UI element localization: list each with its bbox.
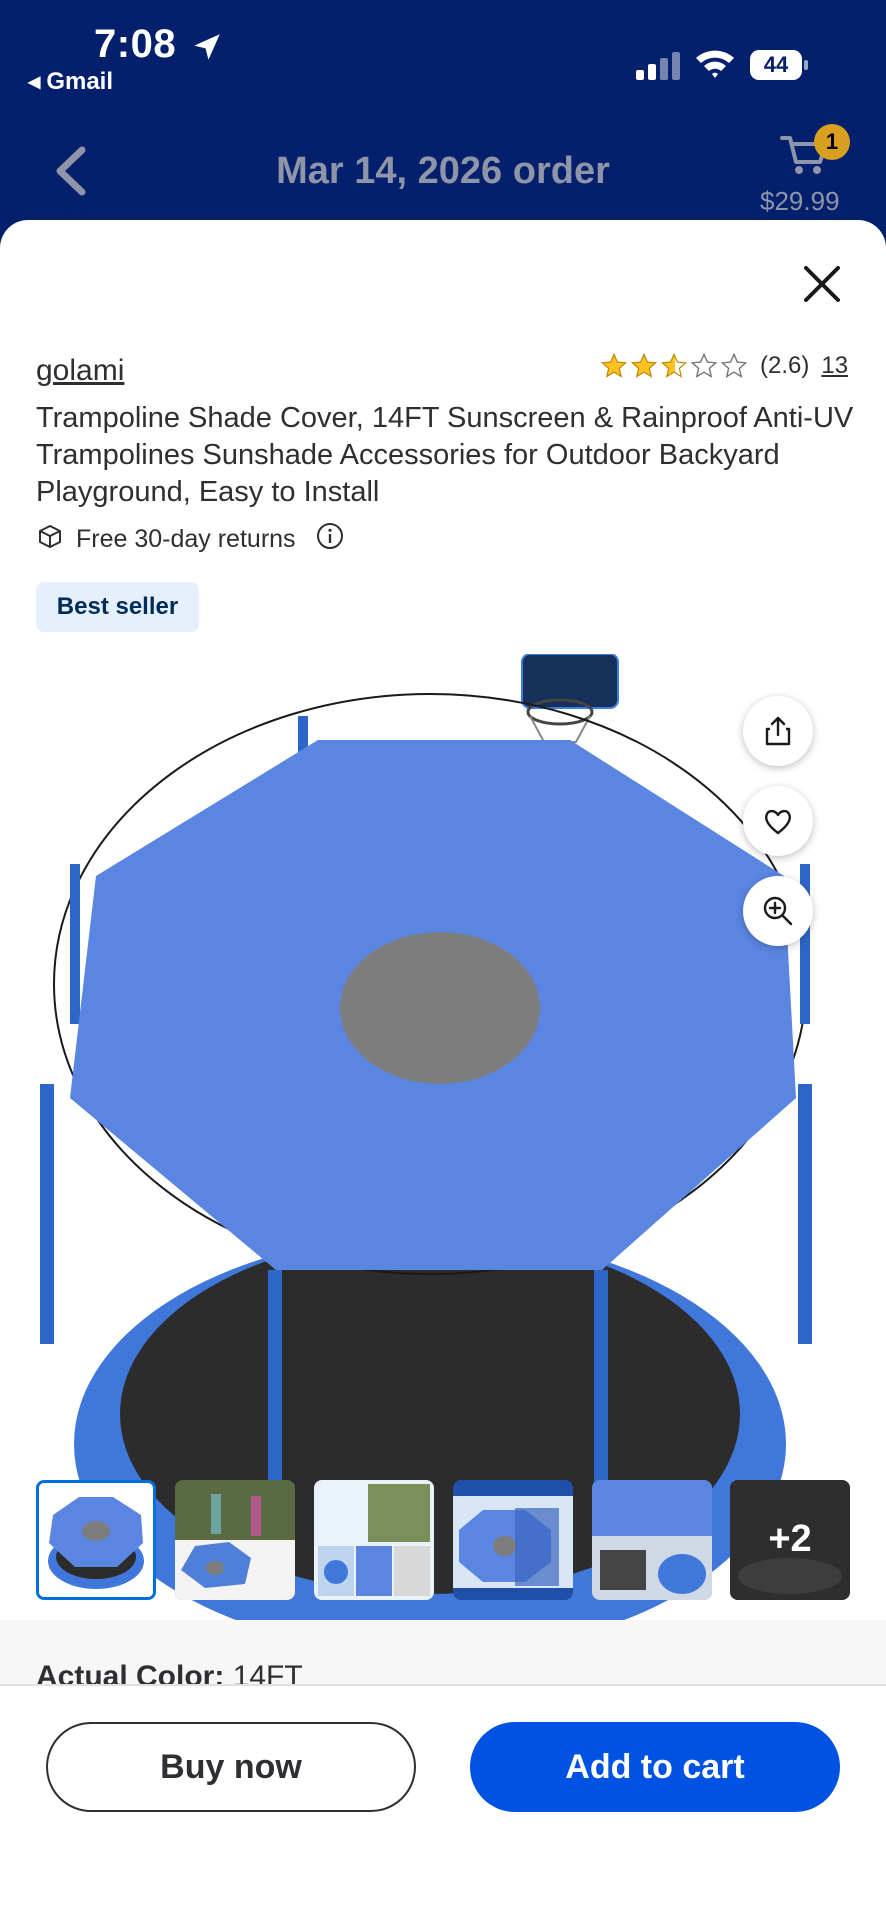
cart-total: $29.99 xyxy=(760,186,840,216)
back-to-app-link[interactable]: ◀ Gmail xyxy=(28,68,113,96)
review-count-link[interactable]: 13 xyxy=(821,352,848,380)
star-full-icon xyxy=(630,352,658,378)
star-empty-icon xyxy=(690,352,718,378)
battery-icon: 44 xyxy=(750,50,808,80)
thumbnail-5[interactable] xyxy=(592,1480,712,1600)
rating-stars xyxy=(600,352,750,380)
product-rating[interactable]: (2.6) 13 xyxy=(600,352,848,380)
thumbnail-4[interactable] xyxy=(453,1480,573,1600)
star-half-icon xyxy=(660,352,688,378)
color-value: 14FT xyxy=(232,1660,303,1684)
color-selector[interactable]: Actual Color: 14FT xyxy=(0,1620,886,1684)
more-images-tile[interactable]: +2 xyxy=(730,1480,850,1600)
order-header: Mar 14, 2026 order 1 $29.99 xyxy=(0,120,886,220)
buy-now-button[interactable]: Buy now xyxy=(46,1722,416,1812)
brand-link[interactable]: golami xyxy=(36,354,124,388)
status-time: 7:08 xyxy=(94,22,177,66)
package-return-icon xyxy=(36,522,64,557)
close-icon[interactable] xyxy=(800,262,844,306)
product-sheet: golami (2.6) 13 Trampoline Shade Cover, … xyxy=(0,220,886,1920)
status-bar: 7:08 ◀ Gmail 44 xyxy=(0,0,886,120)
location-arrow-icon xyxy=(190,30,224,69)
thumbnail-3[interactable] xyxy=(314,1480,434,1600)
best-seller-badge: Best seller xyxy=(36,582,199,632)
rating-value: (2.6) xyxy=(760,352,810,379)
returns-label: Free 30-day returns xyxy=(76,525,296,553)
battery-percent: 44 xyxy=(763,52,789,77)
color-label: Actual Color: 14FT xyxy=(36,1660,303,1684)
thumbnail-2[interactable] xyxy=(175,1480,295,1600)
star-empty-icon xyxy=(720,352,748,378)
star-full-icon xyxy=(600,352,628,378)
info-icon[interactable] xyxy=(316,522,344,557)
add-to-cart-button[interactable]: Add to cart xyxy=(470,1722,840,1812)
cellular-signal-icon xyxy=(636,52,682,85)
heart-icon[interactable] xyxy=(743,786,813,856)
returns-info: Free 30-day returns xyxy=(36,522,344,557)
product-title: Trampoline Shade Cover, 14FT Sunscreen &… xyxy=(36,402,854,508)
image-thumbnails: +2 xyxy=(36,1480,850,1600)
color-label-text: Actual Color: xyxy=(36,1660,225,1684)
share-icon[interactable] xyxy=(743,696,813,766)
action-bar: Buy now Add to cart xyxy=(0,1684,886,1920)
back-app-label: Gmail xyxy=(46,68,114,95)
back-triangle-icon: ◀ xyxy=(28,74,41,91)
cart-count-badge: 1 xyxy=(814,124,850,160)
wifi-icon xyxy=(694,46,736,85)
zoom-in-icon[interactable] xyxy=(743,876,813,946)
page-title: Mar 14, 2026 order xyxy=(276,150,610,192)
thumbnail-1[interactable] xyxy=(36,1480,156,1600)
more-images-label: +2 xyxy=(768,1518,812,1560)
